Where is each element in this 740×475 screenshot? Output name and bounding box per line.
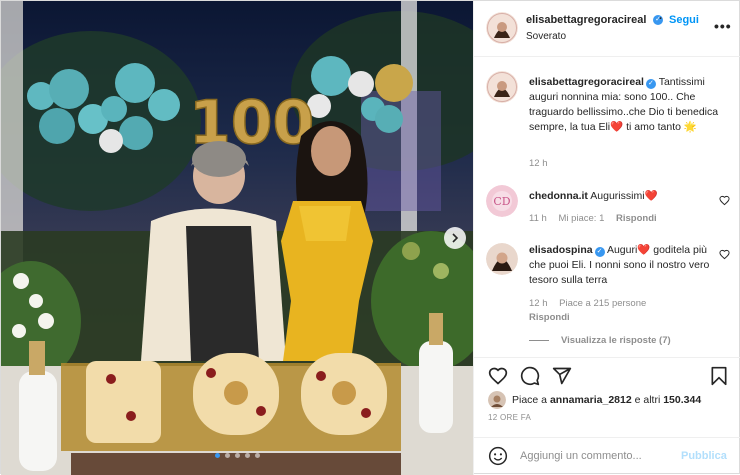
replies-line: [529, 340, 549, 341]
view-replies-button[interactable]: Visualizza le risposte (7): [529, 335, 671, 346]
post-side-panel: elisabettagregoracireal ✓ · Segui Sovera…: [473, 1, 740, 475]
comment-time[interactable]: 12 h: [529, 298, 548, 309]
comment-text: Augurissimi❤️: [590, 190, 658, 202]
verified-badge-icon: ✓: [594, 247, 605, 257]
reply-button[interactable]: Rispondi: [616, 213, 657, 224]
like-comment-heart-icon[interactable]: [719, 249, 730, 260]
instagram-post: 100 elisabettagregoracireal ✓ · Segui So…: [0, 0, 740, 475]
likes-count[interactable]: 150.344: [663, 394, 701, 406]
carousel-indicator: [1, 453, 473, 458]
liker-avatar[interactable]: [488, 391, 506, 409]
chevron-right-icon: [452, 233, 459, 243]
comments-list: elisabettagregoracireal ✓ Tantissimi augu…: [474, 57, 740, 357]
carousel-dot: [224, 453, 230, 458]
post-header: elisabettagregoracireal ✓ · Segui Sovera…: [474, 1, 740, 57]
emoji-icon[interactable]: [488, 446, 508, 466]
comment-avatar[interactable]: CD: [486, 185, 518, 217]
more-options-icon[interactable]: •••: [714, 18, 732, 34]
birthday-photo-illustration: 100: [1, 1, 473, 475]
reply-button[interactable]: Rispondi: [529, 312, 570, 323]
comment-avatar[interactable]: [486, 243, 518, 275]
comment-avatar[interactable]: [486, 71, 518, 103]
action-bar: Piace a annamaria_2812 e altri 150.344 1…: [474, 357, 740, 437]
like-heart-icon[interactable]: [488, 366, 508, 386]
comment-time[interactable]: 11 h: [529, 213, 547, 224]
comment-likes[interactable]: Piace a 215 persone: [559, 298, 646, 309]
comment-author[interactable]: elisadospina: [529, 244, 593, 256]
verified-badge-icon: ✓: [645, 79, 656, 89]
carousel-dot: [214, 453, 220, 458]
publish-button[interactable]: Pubblica: [681, 450, 727, 462]
separator-dot: ·: [659, 13, 663, 25]
carousel-dot: [234, 453, 240, 458]
carousel-next-button[interactable]: [444, 227, 466, 249]
post-timestamp[interactable]: 12 ORE FA: [488, 413, 531, 422]
comment-icon[interactable]: [520, 366, 540, 386]
add-comment-bar: Aggiungi un commento... Pubblica: [474, 437, 740, 475]
like-comment-heart-icon[interactable]: [719, 195, 730, 206]
comment-input[interactable]: Aggiungi un commento...: [520, 450, 642, 462]
post-location[interactable]: Soverato: [526, 31, 566, 42]
carousel-dot: [244, 453, 250, 458]
comment-author[interactable]: chedonna.it: [529, 190, 588, 202]
follow-button[interactable]: Segui: [669, 14, 699, 26]
comment-time[interactable]: 12 h: [529, 158, 548, 169]
comment-author[interactable]: elisabettagregoracireal: [529, 76, 644, 88]
share-send-icon[interactable]: [552, 366, 572, 386]
liker-username[interactable]: annamaria_2812: [550, 394, 632, 406]
save-bookmark-icon[interactable]: [710, 366, 728, 386]
post-photo[interactable]: 100: [1, 1, 473, 475]
comment-likes[interactable]: Mi piace: 1: [558, 213, 604, 224]
author-username[interactable]: elisabettagregoracireal: [526, 14, 646, 26]
carousel-dot: [254, 453, 260, 458]
author-avatar[interactable]: [486, 12, 518, 44]
likes-summary: Piace a annamaria_2812 e altri 150.344: [488, 391, 701, 409]
svg-text:CD: CD: [493, 195, 510, 208]
